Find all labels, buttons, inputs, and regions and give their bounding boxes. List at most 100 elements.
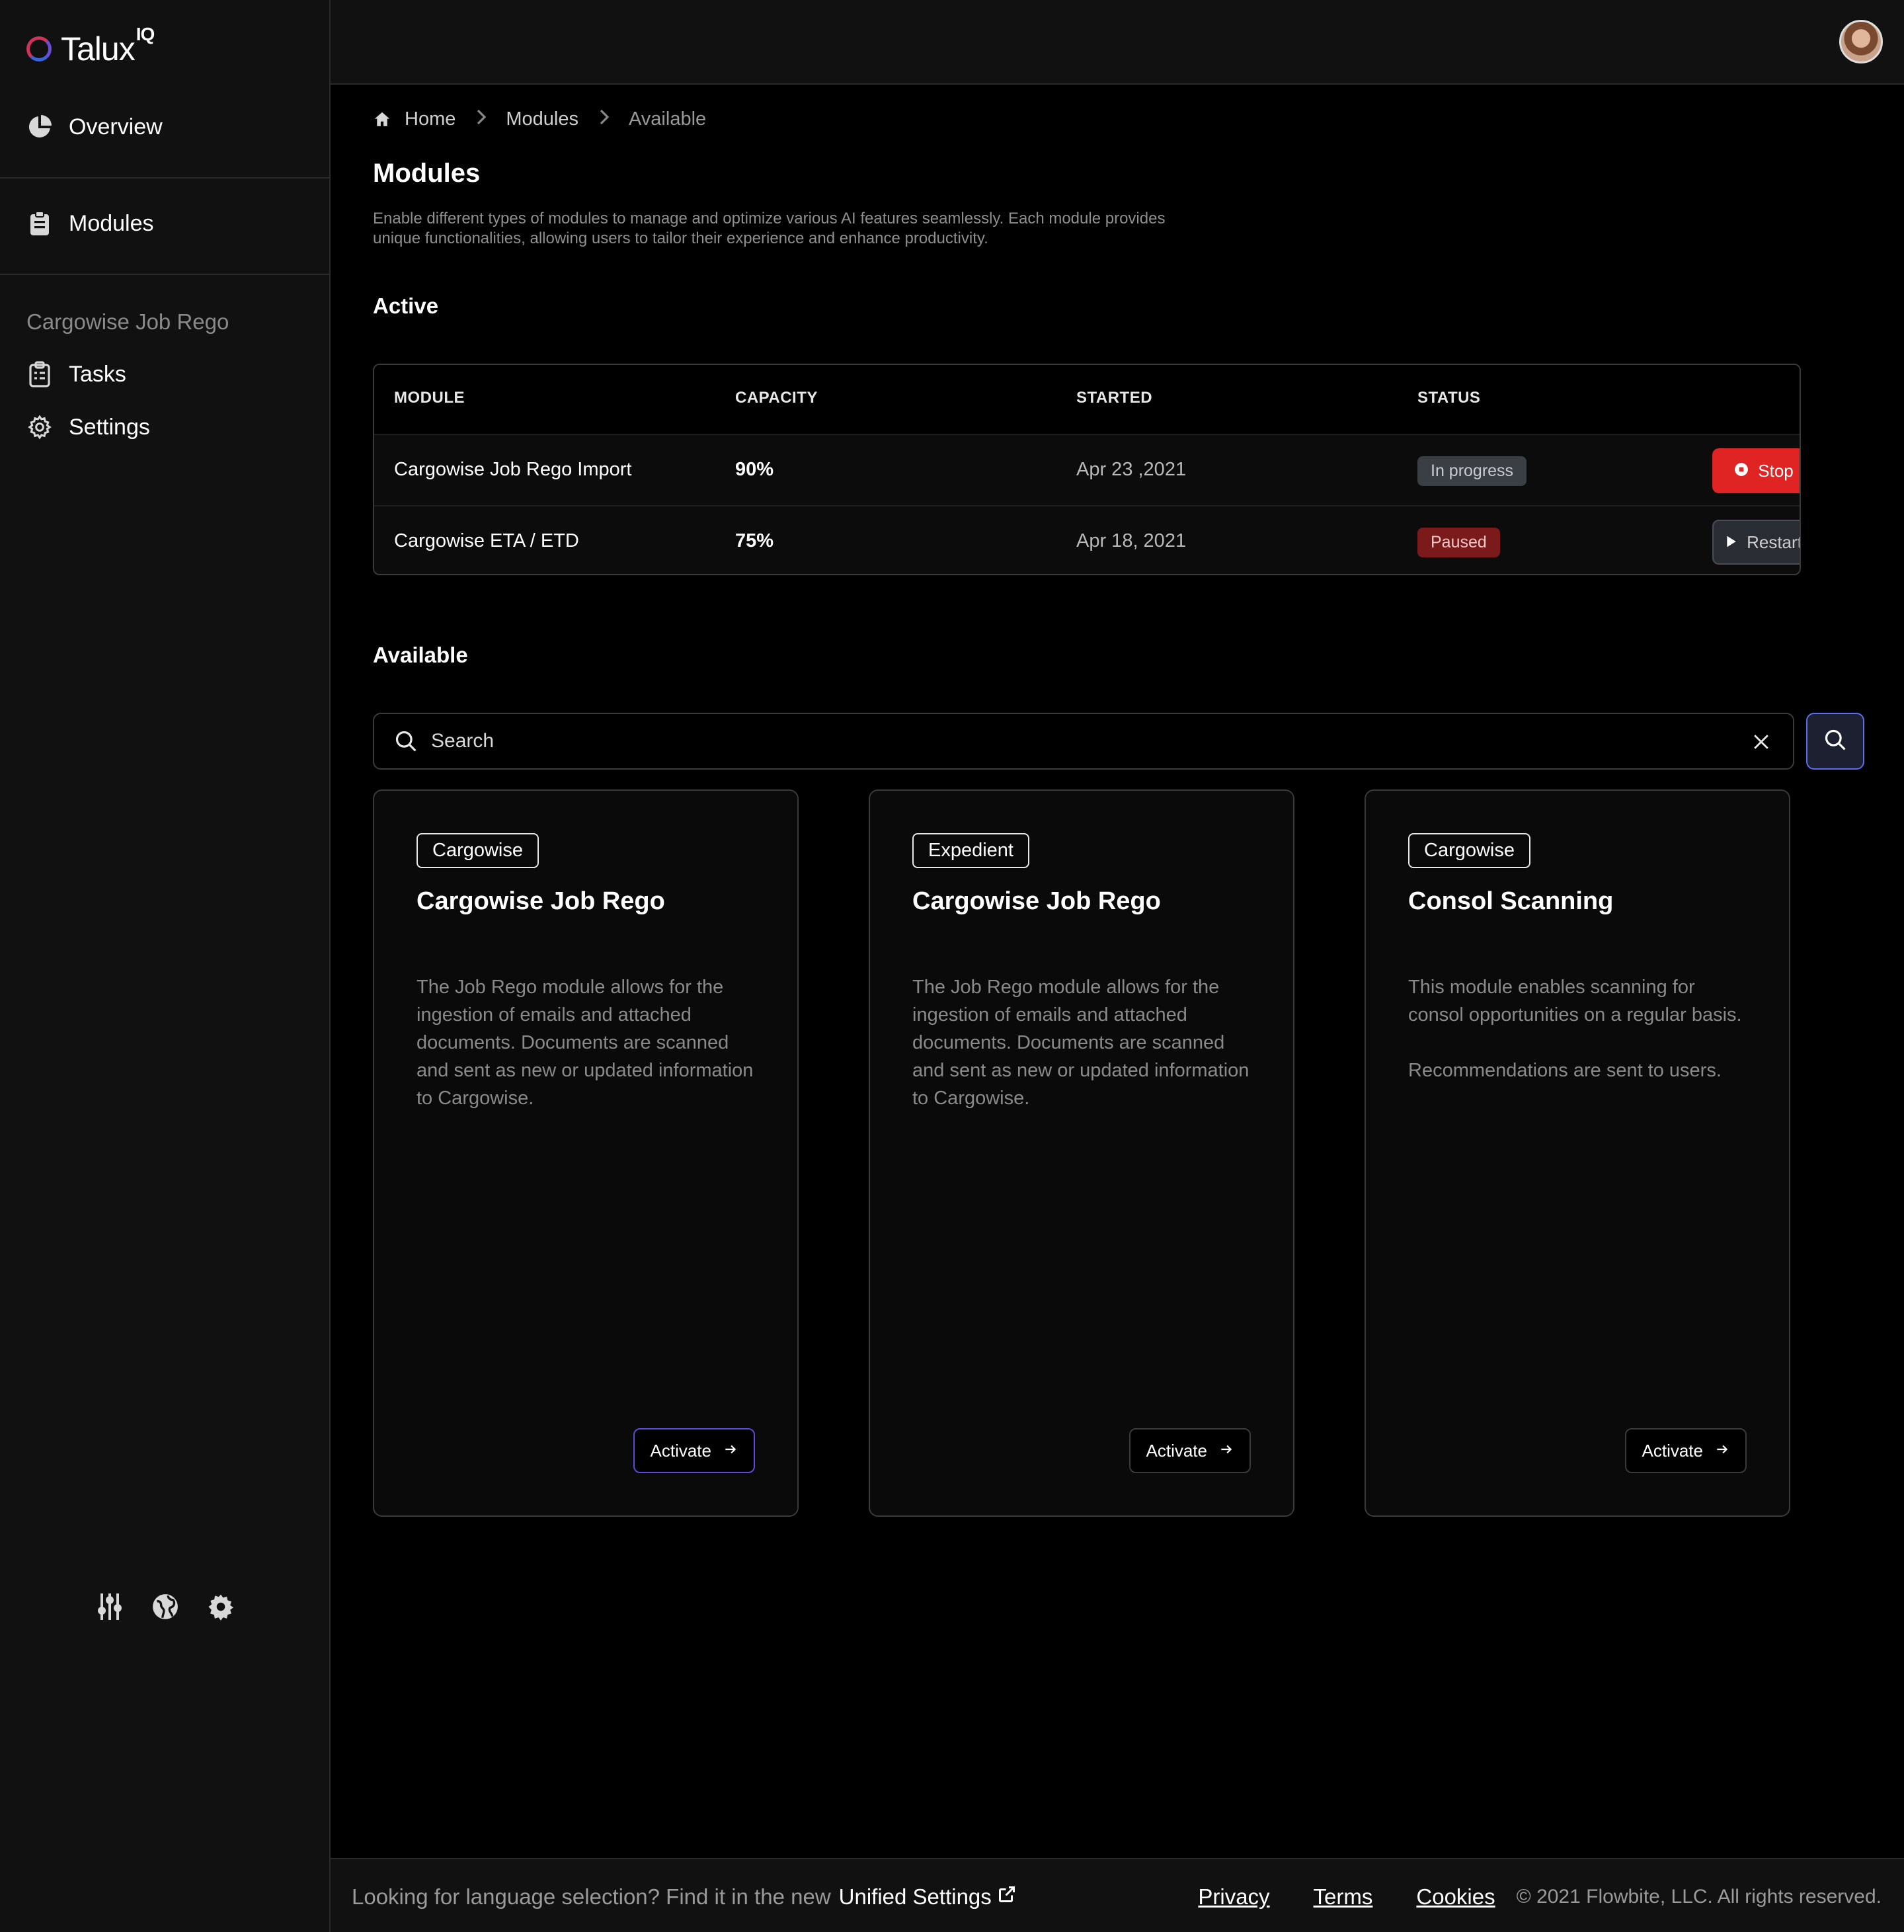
restart-button[interactable]: Restart [1712,520,1801,565]
column-header: CAPACITY [735,389,818,407]
active-section-title: Active [373,294,439,318]
activate-button-label: Activate [1642,1440,1704,1461]
logo-text: TaluxIQ [61,24,155,67]
card-title: Cargowise Job Rego [912,887,1161,915]
card-tag: Expedient [912,833,1029,868]
arrow-right-icon [1715,1441,1729,1461]
topbar [331,0,1904,85]
table-header: MODULE CAPACITY STARTED STATUS [374,365,1800,435]
card-description-text: This module enables scanning for consol … [1408,977,1742,1026]
started-date: Apr 23 ,2021 [1076,459,1187,480]
sidebar-item-tasks[interactable]: Tasks [26,361,126,387]
card-description: The Job Rego module allows for the inges… [912,973,1256,1112]
page-title: Modules [373,159,481,188]
divider [0,274,329,275]
search-placeholder: Search [431,730,495,752]
home-icon[interactable] [373,110,391,129]
available-section-title: Available [373,643,468,667]
globe-icon[interactable] [151,1592,180,1621]
activate-button[interactable]: Activate [1129,1428,1251,1473]
play-icon [1726,532,1737,553]
sidebar-item-label: Settings [69,414,150,440]
avatar[interactable] [1839,20,1883,63]
search-icon [393,728,419,754]
sidebar-item-label: Tasks [69,361,126,387]
column-header: STATUS [1417,389,1481,407]
activate-button-label: Activate [1146,1440,1208,1461]
cookies-link[interactable]: Cookies [1416,1884,1495,1910]
privacy-link[interactable]: Privacy [1198,1884,1269,1910]
search-input[interactable]: Search [373,713,1794,770]
unified-settings-label: Unified Settings [838,1884,992,1909]
logo[interactable]: TaluxIQ [26,24,155,69]
sidebar-group-title: Cargowise Job Rego [26,309,229,334]
close-icon[interactable] [1748,729,1774,755]
sidebar-item-label: Overview [69,114,163,140]
arrow-right-icon [723,1441,738,1461]
card-tag: Cargowise [416,833,539,868]
module-card: Cargowise Consol Scanning This module en… [1365,789,1790,1517]
copyright-text: © 2021 Flowbite, LLC. All rights reserve… [1516,1886,1882,1908]
chevron-right-icon [474,108,487,130]
sidebar-item-overview[interactable]: Overview [26,114,163,140]
external-link-icon [997,1884,1017,1910]
card-description-text: The Job Rego module allows for the inges… [416,977,754,1109]
terms-link[interactable]: Terms [1314,1884,1373,1910]
module-card: Expedient Cargowise Job Rego The Job Reg… [869,789,1294,1517]
sidebar-item-modules[interactable]: Modules [26,210,154,237]
cog-outline-icon [26,414,53,440]
logo-icon [26,36,52,61]
card-description: This module enables scanning for consol … [1408,973,1752,1084]
sidebar-bottom-actions [95,1592,235,1621]
breadcrumb-home[interactable]: Home [405,108,456,130]
capacity-value: 75% [735,530,774,551]
chart-pie-icon [26,114,53,140]
cog-icon[interactable] [206,1592,235,1621]
search-button[interactable] [1806,713,1864,770]
table-row: Cargowise Job Rego Import 90% Apr 23 ,20… [374,434,1800,505]
unified-settings-link[interactable]: Unified Settings [839,1884,1017,1910]
column-header: MODULE [394,389,465,407]
language-notice-text: Looking for language selection? Find it … [352,1884,831,1909]
table-row: Cargowise ETA / ETD 75% Apr 18, 2021 Pau… [374,505,1801,574]
search-icon [1823,728,1847,755]
activate-button[interactable]: Activate [633,1428,755,1473]
adjustments-icon[interactable] [95,1592,124,1621]
active-modules-table: MODULE CAPACITY STARTED STATUS Cargowise… [373,364,1801,575]
card-title: Consol Scanning [1408,887,1614,915]
sidebar-item-settings[interactable]: Settings [26,414,150,440]
status-badge: In progress [1417,456,1527,486]
status-badge: Paused [1417,528,1500,557]
arrow-right-icon [1219,1441,1234,1461]
language-notice: Looking for language selection? Find it … [352,1884,1017,1910]
card-description: The Job Rego module allows for the inges… [416,973,760,1112]
card-description-text: The Job Rego module allows for the inges… [912,977,1250,1109]
started-date: Apr 18, 2021 [1076,530,1187,551]
divider [0,177,329,179]
page-description: Enable different types of modules to man… [373,210,1166,247]
footer: Looking for language selection? Find it … [331,1858,1904,1932]
card-tag: Cargowise [1408,833,1530,868]
module-name: Cargowise ETA / ETD [394,530,579,551]
sidebar-item-label: Modules [69,210,154,236]
breadcrumb-current: Available [628,108,707,130]
module-card: Cargowise Cargowise Job Rego The Job Reg… [373,789,799,1517]
footer-links: Privacy Terms Cookies © 2021 Flowbite, L… [1198,1884,1882,1910]
stop-button[interactable]: Stop [1712,448,1800,493]
breadcrumb-modules[interactable]: Modules [506,108,578,130]
module-name: Cargowise Job Rego Import [394,459,632,480]
stop-button-label: Stop [1758,460,1794,481]
column-header: STARTED [1076,389,1153,407]
card-title: Cargowise Job Rego [416,887,665,915]
clipboard-list-icon [26,210,53,237]
stop-icon [1734,461,1749,481]
activate-button[interactable]: Activate [1624,1428,1747,1473]
activate-button-label: Activate [650,1440,712,1461]
clipboard-icon [26,361,53,387]
chevron-right-icon [597,108,610,130]
card-description-text: Recommendations are sent to users. [1408,1060,1722,1081]
restart-button-label: Restart [1747,532,1801,552]
sidebar: TaluxIQ Overview Modules Cargowise Job R… [0,0,331,1932]
breadcrumb: Home Modules Available [373,108,706,130]
capacity-value: 90% [735,459,774,480]
